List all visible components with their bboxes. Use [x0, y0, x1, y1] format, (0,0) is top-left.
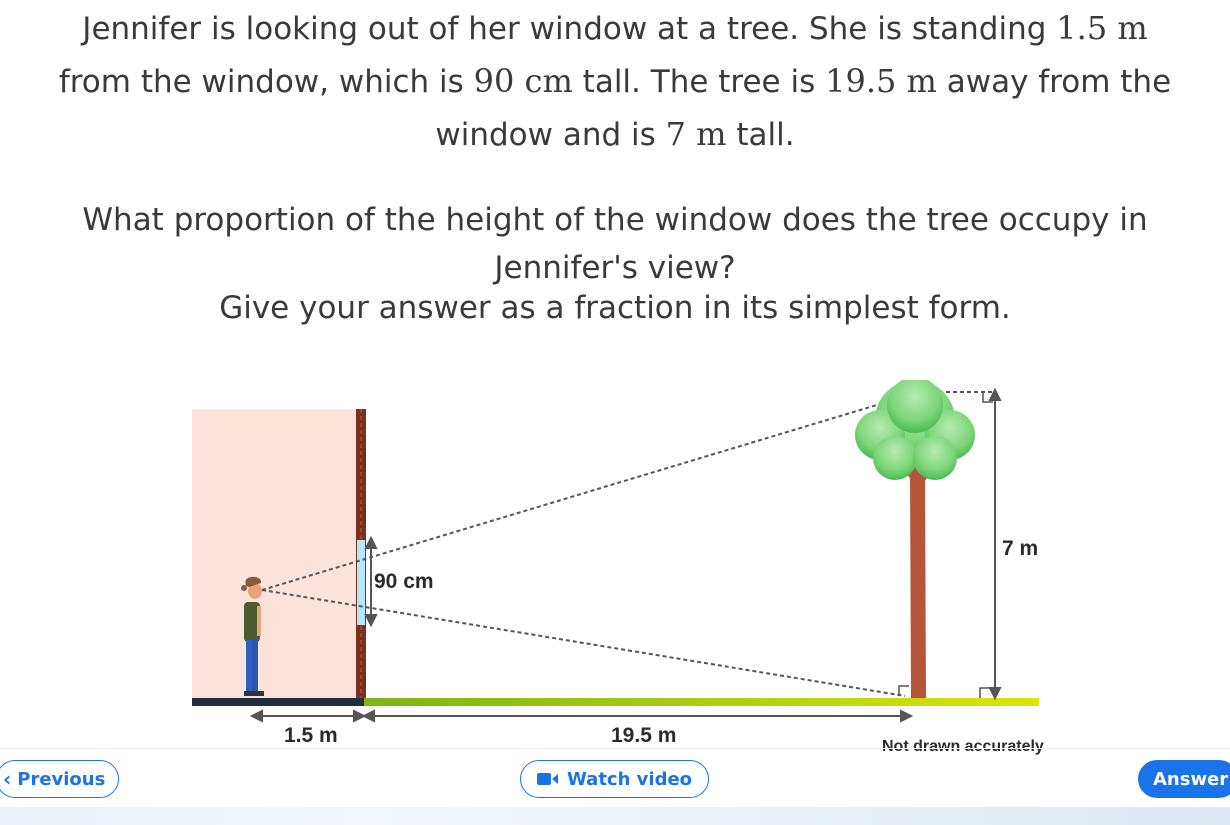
math-tree-height: 7 m [665, 115, 727, 153]
label-tree-height: 7 m [1002, 537, 1038, 560]
answer-label: Answer [1153, 768, 1229, 790]
person-distance-arrow [249, 709, 367, 723]
question-text: from the window, which is [58, 64, 474, 100]
label-distance-tree: 19.5 m [611, 724, 676, 747]
question-text: window and is [435, 117, 666, 153]
footer-bar [0, 807, 1230, 825]
window [357, 540, 365, 625]
question-text: tall. The tree is [572, 64, 826, 100]
math-distance-person: 1.5 m [1056, 9, 1148, 47]
room-wall [192, 409, 357, 699]
video-camera-icon [536, 772, 559, 786]
not-accurate-note: Not drawn accurately [882, 738, 1044, 755]
watch-video-button[interactable]: Watch video [520, 760, 709, 798]
label-distance-person: 1.5 m [284, 724, 338, 747]
chevron-left-icon: ‹ [3, 767, 12, 791]
grass [364, 698, 1039, 706]
math-window-height: 90 cm [473, 62, 573, 100]
question-paragraph-2: What proportion of the height of the win… [0, 196, 1230, 292]
question-text: What proportion of the height of the win… [82, 202, 1148, 238]
question-text: away from the [936, 64, 1172, 100]
math-distance-tree: 19.5 m [825, 62, 937, 100]
previous-label: Previous [17, 768, 106, 790]
diagram: 90 cm 7 m 1.5 m 19.5 m Not drawn accurat… [192, 380, 1044, 755]
divider [0, 748, 1230, 749]
tree [855, 380, 975, 698]
question-instruction: Give your answer as a fraction in its si… [219, 290, 1011, 326]
tree-height-arrow [988, 387, 1002, 701]
question-paragraph-1: Jennifer is looking out of her window at… [0, 2, 1230, 161]
answer-button[interactable]: Answer [1138, 760, 1230, 798]
watch-video-label: Watch video [566, 768, 693, 790]
previous-button[interactable]: ‹ Previous [0, 760, 119, 798]
floor [192, 698, 364, 706]
label-window-height: 90 cm [374, 570, 434, 593]
question-text: tall. [726, 117, 795, 153]
question-text: Jennifer is looking out of her window at… [82, 11, 1057, 47]
tree-distance-arrow [361, 709, 914, 723]
